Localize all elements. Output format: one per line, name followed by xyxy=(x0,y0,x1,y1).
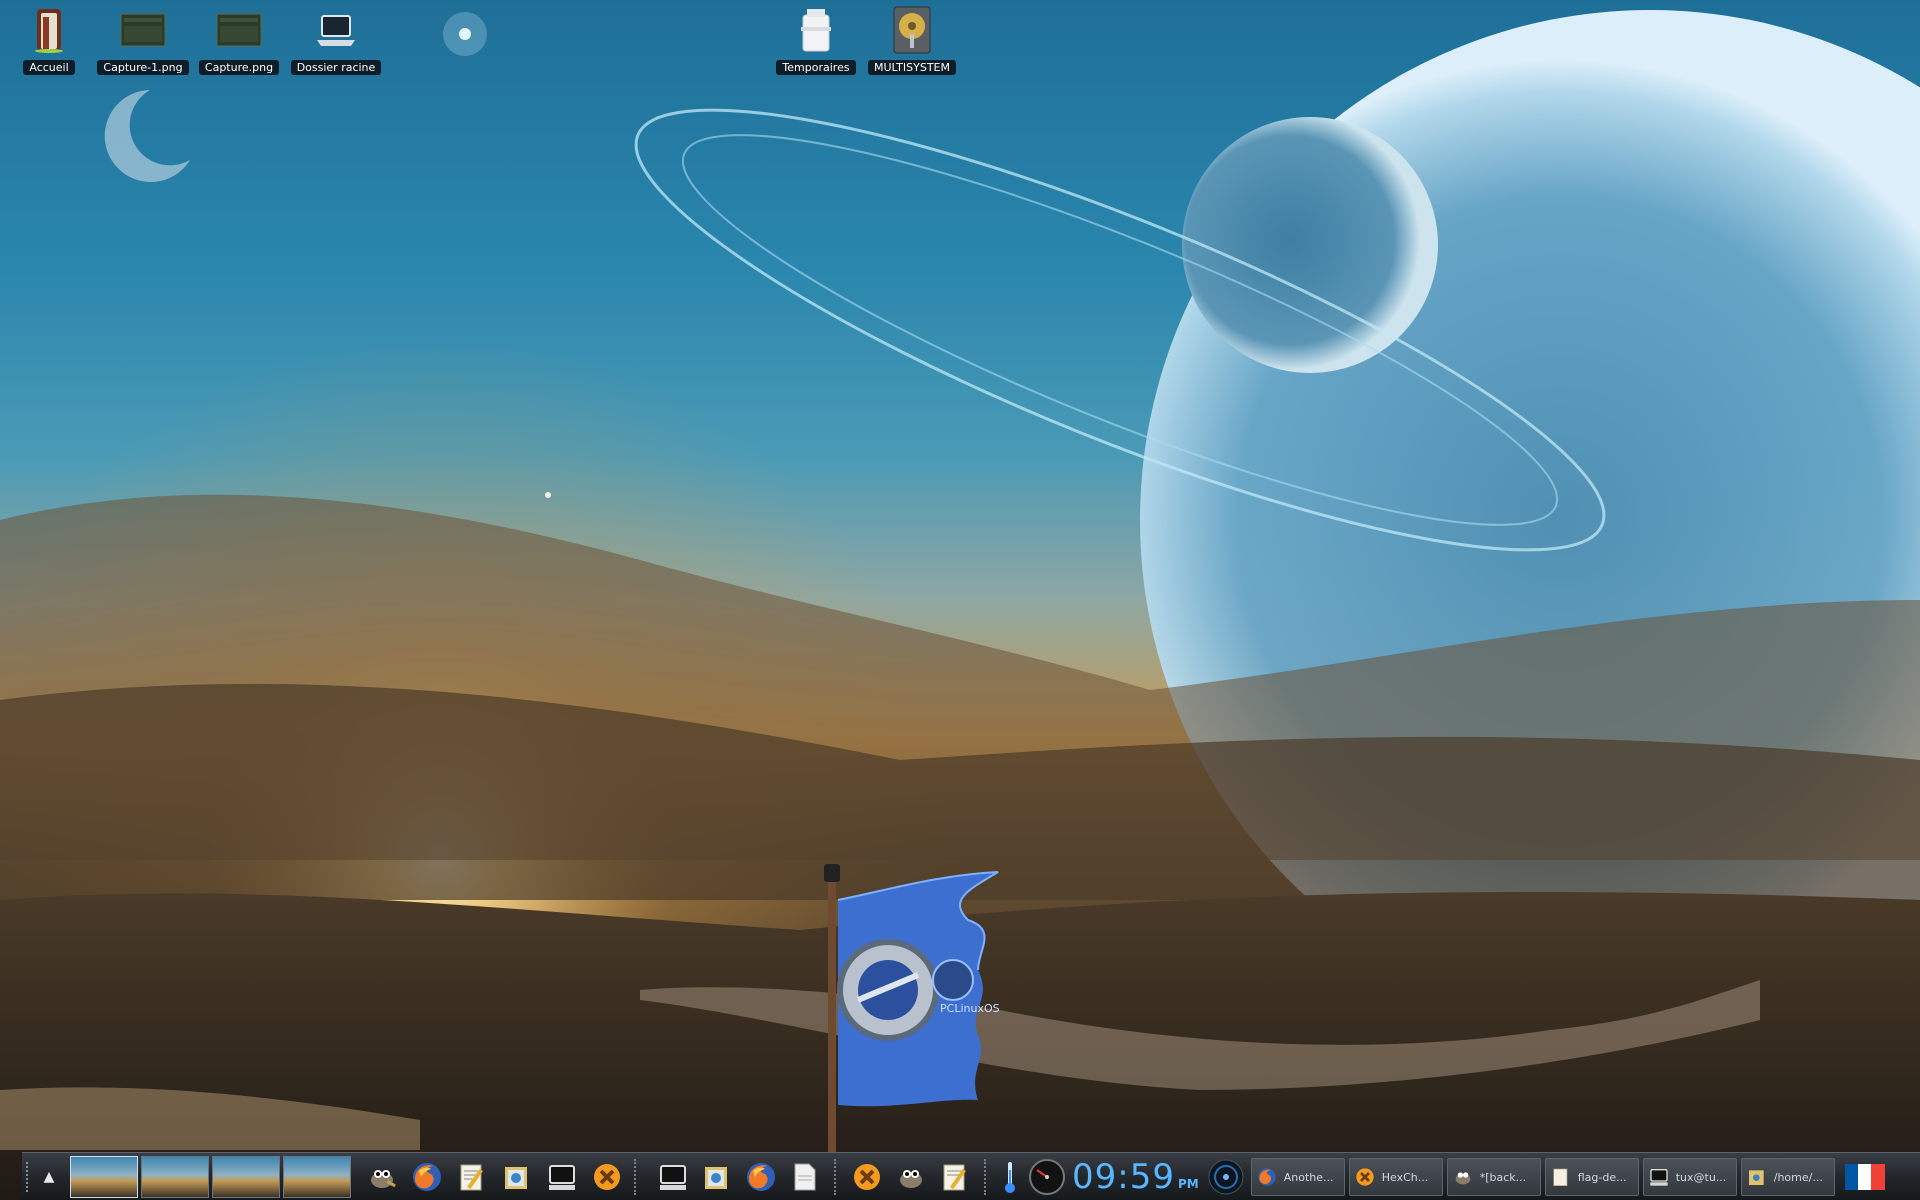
desktop-icon-label: Temporaires xyxy=(776,60,856,75)
launcher-separator xyxy=(634,1159,638,1195)
task-button-terminal[interactable]: tux@tu... xyxy=(1642,1158,1737,1196)
gimp-icon xyxy=(1452,1166,1474,1188)
terminal-icon[interactable] xyxy=(652,1156,694,1198)
computer-root-icon xyxy=(312,6,360,54)
clock-time: 09:59 xyxy=(1072,1157,1175,1197)
speedometer-icon[interactable] xyxy=(1026,1156,1068,1198)
desktop-icon-root-folder[interactable]: Dossier racine xyxy=(290,6,382,82)
desktop-icon-capture[interactable]: Capture.png xyxy=(193,6,285,82)
file-manager-icon[interactable] xyxy=(696,1156,738,1198)
trash-icon xyxy=(792,6,840,54)
desktop-icon-multisystem[interactable]: MULTISYSTEM xyxy=(866,6,958,82)
task-label: HexCh... xyxy=(1381,1170,1429,1184)
launcher-separator xyxy=(834,1159,838,1195)
thermometer-icon[interactable] xyxy=(996,1156,1024,1198)
hexchat-icon[interactable] xyxy=(846,1156,888,1198)
document-icon[interactable] xyxy=(784,1156,826,1198)
task-label: tux@tu... xyxy=(1675,1170,1727,1184)
quick-launchers xyxy=(361,1156,628,1198)
text-editor-icon[interactable] xyxy=(451,1156,493,1198)
task-label: /home/... xyxy=(1773,1170,1823,1184)
panel-edge-left xyxy=(0,1152,22,1200)
hard-drive-icon xyxy=(888,6,936,54)
gimp-icon[interactable] xyxy=(361,1156,403,1198)
task-list: Anothe... HexCh... *[back... flag-de... … xyxy=(1250,1158,1835,1196)
terminal-icon xyxy=(1648,1166,1670,1188)
flag-logo-text: PCLinuxOS xyxy=(940,1002,1000,1015)
digital-clock[interactable]: 09:59 PM xyxy=(1072,1157,1199,1197)
desktop-icon-label: Capture.png xyxy=(198,60,280,75)
hexchat-icon[interactable] xyxy=(586,1156,628,1198)
image-thumbnail-icon xyxy=(119,6,167,54)
text-editor-icon[interactable] xyxy=(934,1156,976,1198)
task-button-file-manager[interactable]: /home/... xyxy=(1740,1158,1835,1196)
taskbar: ▲ 09:59 PM Anothe... HexCh... *[back... … xyxy=(22,1152,1920,1200)
desktop-icon-label: Dossier racine xyxy=(290,60,382,75)
desktop-icon-label: Accueil xyxy=(23,60,75,75)
clock-ampm: PM xyxy=(1177,1177,1199,1191)
task-button-gimp[interactable]: *[back... xyxy=(1446,1158,1541,1196)
task-button-text-editor[interactable]: flag-de... xyxy=(1544,1158,1639,1196)
quick-launchers-2 xyxy=(652,1156,1068,1198)
desktop-icon-trash[interactable]: Temporaires xyxy=(770,6,862,82)
desktop-icon-label: MULTISYSTEM xyxy=(868,60,956,75)
panel-grip-handle[interactable] xyxy=(26,1162,34,1192)
desktop-icon-capture-1[interactable]: Capture-1.png xyxy=(97,6,189,82)
show-tray-arrow-icon[interactable]: ▲ xyxy=(34,1157,64,1197)
hexchat-icon xyxy=(1354,1166,1376,1188)
pager-desktop-3[interactable] xyxy=(212,1156,280,1198)
task-button-firefox[interactable]: Anothe... xyxy=(1250,1158,1345,1196)
home-door-icon xyxy=(25,6,73,54)
pager-desktop-2[interactable] xyxy=(141,1156,209,1198)
desktop-icon-label: Capture-1.png xyxy=(97,60,189,75)
terminal-icon[interactable] xyxy=(541,1156,583,1198)
text-editor-icon xyxy=(1550,1166,1572,1188)
pager-desktop-4[interactable] xyxy=(283,1156,351,1198)
firefox-icon[interactable] xyxy=(406,1156,448,1198)
image-thumbnail-icon xyxy=(215,6,263,54)
pager-desktop-1[interactable] xyxy=(70,1156,138,1198)
media-disc-icon[interactable] xyxy=(1207,1158,1245,1196)
file-manager-icon xyxy=(1746,1166,1768,1188)
task-button-hexchat[interactable]: HexCh... xyxy=(1348,1158,1443,1196)
task-label: flag-de... xyxy=(1577,1170,1627,1184)
fr-flag-icon[interactable] xyxy=(1844,1164,1885,1190)
firefox-icon xyxy=(1256,1166,1278,1188)
gimp-icon[interactable] xyxy=(890,1156,932,1198)
desktop: PCLinuxOS Accueil Capture-1.png Capture.… xyxy=(0,0,1920,1200)
desktop-icon-home[interactable]: Accueil xyxy=(3,6,95,82)
file-manager-icon[interactable] xyxy=(496,1156,538,1198)
task-label: *[back... xyxy=(1479,1170,1527,1184)
task-label: Anothe... xyxy=(1283,1170,1334,1184)
firefox-icon[interactable] xyxy=(740,1156,782,1198)
launcher-separator xyxy=(984,1159,988,1195)
desktop-pager xyxy=(70,1156,351,1198)
